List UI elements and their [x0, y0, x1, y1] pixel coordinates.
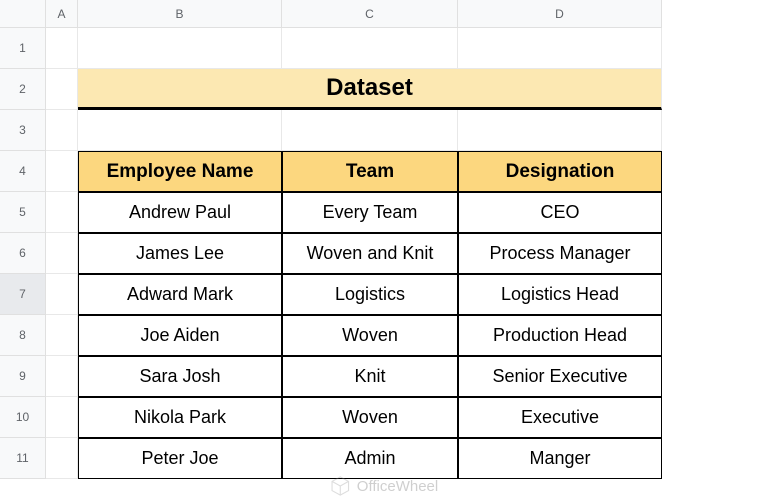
cell-C3[interactable] [282, 110, 458, 151]
cell-A10[interactable] [46, 397, 78, 438]
col-header-D[interactable]: D [458, 0, 662, 28]
table-cell-r0-c2[interactable]: CEO [458, 192, 662, 233]
row-header-2[interactable]: 2 [0, 69, 46, 110]
cell-A1[interactable] [46, 28, 78, 69]
table-cell-r2-c2[interactable]: Logistics Head [458, 274, 662, 315]
table-header-0: Employee Name [78, 151, 282, 192]
col-header-C[interactable]: C [282, 0, 458, 28]
row-header-1[interactable]: 1 [0, 28, 46, 69]
row-header-3[interactable]: 3 [0, 110, 46, 151]
table-cell-r6-c1[interactable]: Admin [282, 438, 458, 479]
table-cell-r0-c1[interactable]: Every Team [282, 192, 458, 233]
cell-B3[interactable] [78, 110, 282, 151]
cell-A8[interactable] [46, 315, 78, 356]
table-cell-r1-c1[interactable]: Woven and Knit [282, 233, 458, 274]
row-header-6[interactable]: 6 [0, 233, 46, 274]
col-header-A[interactable]: A [46, 0, 78, 28]
row-header-4[interactable]: 4 [0, 151, 46, 192]
table-cell-r3-c1[interactable]: Woven [282, 315, 458, 356]
cell-B1[interactable] [78, 28, 282, 69]
table-cell-r6-c2[interactable]: Manger [458, 438, 662, 479]
col-header-B[interactable]: B [78, 0, 282, 28]
cell-A3[interactable] [46, 110, 78, 151]
cell-A5[interactable] [46, 192, 78, 233]
table-cell-r2-c1[interactable]: Logistics [282, 274, 458, 315]
watermark-text: OfficeWheel [357, 478, 438, 495]
dataset-title: Dataset [78, 69, 662, 110]
table-cell-r1-c0[interactable]: James Lee [78, 233, 282, 274]
table-cell-r4-c1[interactable]: Knit [282, 356, 458, 397]
table-header-1: Team [282, 151, 458, 192]
cell-D1[interactable] [458, 28, 662, 69]
cell-D3[interactable] [458, 110, 662, 151]
row-header-5[interactable]: 5 [0, 192, 46, 233]
table-cell-r5-c0[interactable]: Nikola Park [78, 397, 282, 438]
row-header-11[interactable]: 11 [0, 438, 46, 479]
cell-A4[interactable] [46, 151, 78, 192]
row-header-10[interactable]: 10 [0, 397, 46, 438]
table-cell-r4-c0[interactable]: Sara Josh [78, 356, 282, 397]
table-cell-r5-c2[interactable]: Executive [458, 397, 662, 438]
table-cell-r0-c0[interactable]: Andrew Paul [78, 192, 282, 233]
cell-A2[interactable] [46, 69, 78, 110]
row-header-8[interactable]: 8 [0, 315, 46, 356]
cell-C1[interactable] [282, 28, 458, 69]
table-cell-r5-c1[interactable]: Woven [282, 397, 458, 438]
row-header-9[interactable]: 9 [0, 356, 46, 397]
table-cell-r1-c2[interactable]: Process Manager [458, 233, 662, 274]
table-cell-r4-c2[interactable]: Senior Executive [458, 356, 662, 397]
table-header-2: Designation [458, 151, 662, 192]
table-cell-r6-c0[interactable]: Peter Joe [78, 438, 282, 479]
row-header-7[interactable]: 7 [0, 274, 46, 315]
cell-A6[interactable] [46, 233, 78, 274]
table-cell-r3-c0[interactable]: Joe Aiden [78, 315, 282, 356]
table-cell-r3-c2[interactable]: Production Head [458, 315, 662, 356]
cell-A9[interactable] [46, 356, 78, 397]
cell-A7[interactable] [46, 274, 78, 315]
select-all-corner[interactable] [0, 0, 46, 28]
table-cell-r2-c0[interactable]: Adward Mark [78, 274, 282, 315]
cell-A11[interactable] [46, 438, 78, 479]
